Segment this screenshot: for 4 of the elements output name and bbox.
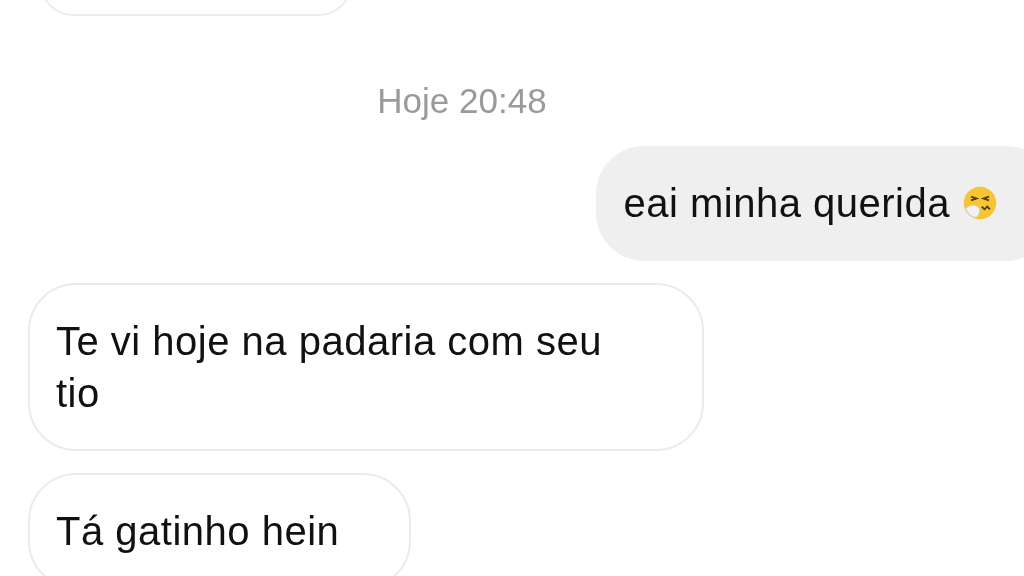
message-timestamp: Hoje 20:48 bbox=[377, 84, 547, 118]
message-bubble: Tá gatinho hein bbox=[28, 473, 412, 576]
message-bubble: Te vi hoje na padaria com seu tio bbox=[28, 283, 704, 451]
message-bubble: eai minha querida bbox=[595, 146, 1024, 261]
